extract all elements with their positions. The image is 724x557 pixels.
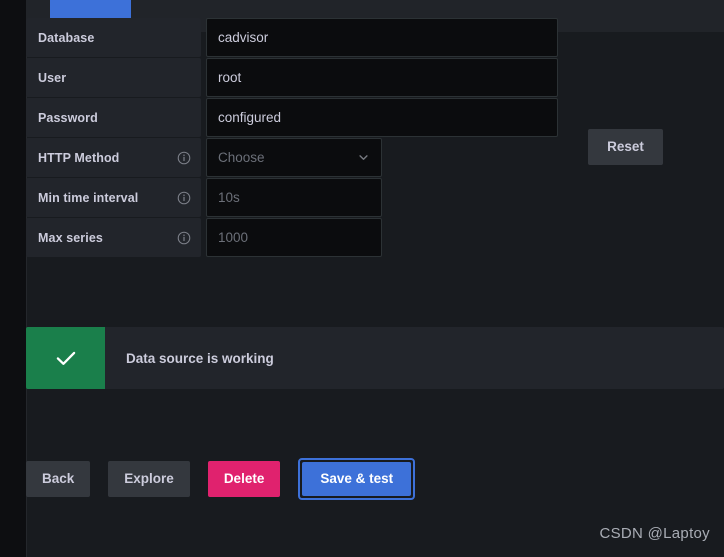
back-button[interactable]: Back (26, 461, 91, 497)
max-series-input[interactable]: 1000 (206, 218, 382, 257)
label-user-text: User (38, 70, 67, 85)
form-row-http-method: HTTP Method Choose (26, 138, 558, 177)
label-password: Password (26, 98, 201, 137)
database-input[interactable]: cadvisor (206, 18, 558, 57)
min-time-interval-input[interactable]: 10s (206, 178, 382, 217)
user-input[interactable]: root (206, 58, 558, 97)
info-icon[interactable] (177, 191, 191, 205)
label-max-series-text: Max series (38, 230, 103, 245)
delete-button[interactable]: Delete (207, 461, 281, 497)
form-row-database: Database cadvisor (26, 18, 558, 57)
status-message: Data source is working (126, 350, 274, 366)
reset-password-button[interactable]: Reset (588, 129, 663, 165)
save-and-test-button[interactable]: Save & test (302, 462, 412, 496)
info-icon[interactable] (177, 151, 191, 165)
status-banner: Data source is working (26, 327, 724, 389)
http-method-select[interactable]: Choose (206, 138, 382, 177)
watermark-text: CSDN @Laptoy (599, 525, 710, 542)
label-min-time-interval: Min time interval (26, 178, 201, 217)
label-http-method-text: HTTP Method (38, 150, 120, 165)
form-row-password: Password configured (26, 98, 558, 137)
datasource-settings-page: Database cadvisor User root Password con… (0, 0, 724, 557)
label-http-method: HTTP Method (26, 138, 201, 177)
form-row-min-time-interval: Min time interval 10s (26, 178, 558, 217)
form-row-user: User root (26, 58, 558, 97)
form-actions: Back Explore Delete Save & test (26, 458, 416, 500)
datasource-settings-form: Database cadvisor User root Password con… (26, 18, 558, 258)
label-user: User (26, 58, 201, 97)
check-icon (53, 345, 79, 371)
chevron-down-icon (357, 151, 370, 164)
header-left-gutter (0, 0, 26, 32)
label-database-text: Database (38, 30, 95, 45)
label-password-text: Password (38, 110, 98, 125)
explore-button[interactable]: Explore (108, 461, 190, 497)
label-min-time-interval-text: Min time interval (38, 190, 139, 205)
password-input[interactable]: configured (206, 98, 558, 137)
http-method-value: Choose (218, 150, 265, 165)
label-database: Database (26, 18, 201, 57)
info-icon[interactable] (177, 231, 191, 245)
save-button-focus-ring: Save & test (298, 458, 416, 500)
form-row-max-series: Max series 1000 (26, 218, 558, 257)
label-max-series: Max series (26, 218, 201, 257)
success-icon-container (26, 327, 105, 389)
